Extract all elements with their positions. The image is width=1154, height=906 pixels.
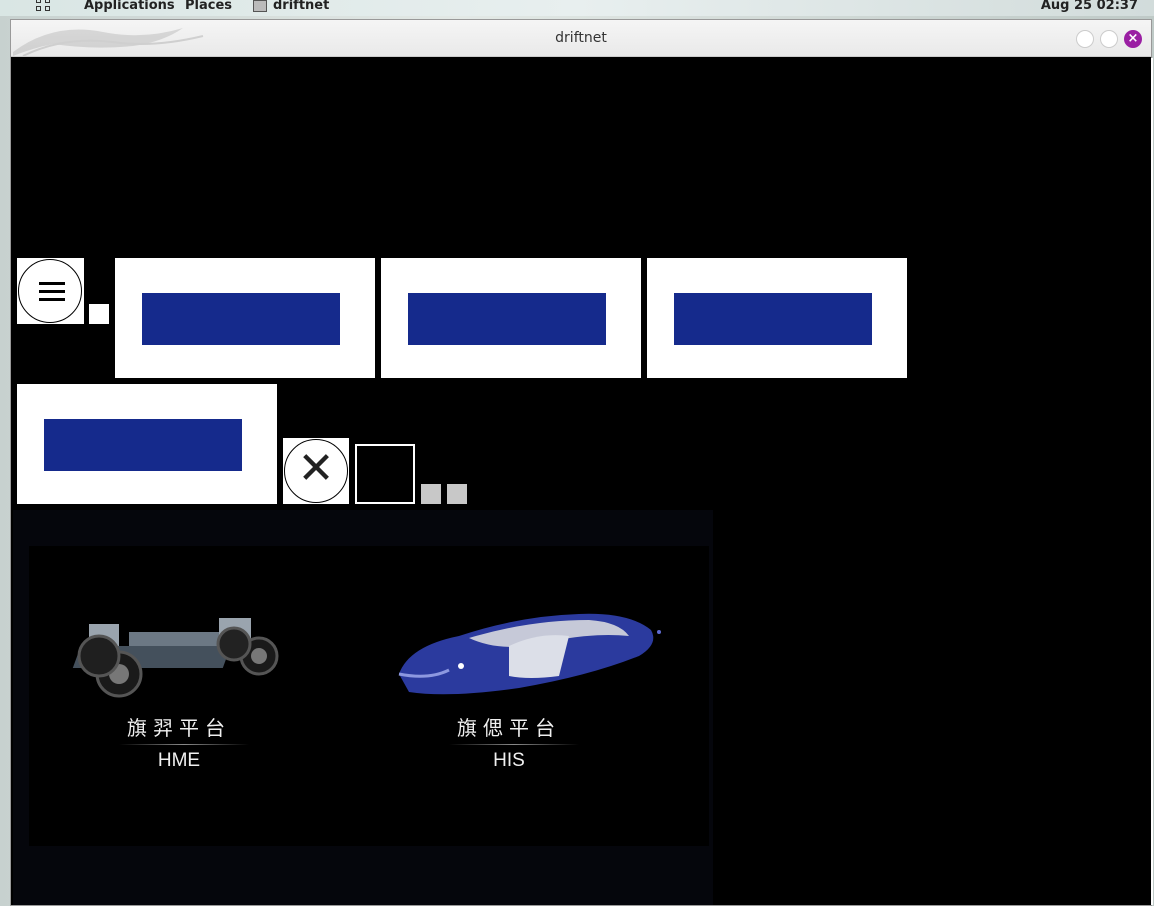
platform-divider <box>119 744 249 745</box>
small-gray-image-2 <box>447 484 467 504</box>
car-chassis-image <box>72 618 279 698</box>
platform-hme[interactable]: 旗羿平台 HME <box>29 546 359 846</box>
driftnet-canvas: ✕ 旗羿平台 HME 旗偲平台 HIS <box>11 58 1153 905</box>
platform-panel: 旗羿平台 HME 旗偲平台 HIS <box>29 546 709 846</box>
window-icon <box>253 0 267 12</box>
clock[interactable]: Aug 25 02:37 <box>1041 0 1138 14</box>
nav-card-blue-bar <box>142 293 340 345</box>
black-image-box <box>355 444 415 504</box>
platform-name: 旗羿平台 <box>127 716 231 740</box>
hamburger-icon <box>39 282 65 302</box>
minimize-button[interactable] <box>1076 30 1094 48</box>
window-title: driftnet <box>555 30 607 46</box>
platform-divider <box>449 744 579 745</box>
places-menu[interactable]: Places <box>185 0 232 14</box>
concept-car-image <box>398 613 661 695</box>
nav-card-blue-bar <box>44 419 242 471</box>
nav-card-blue-bar <box>408 293 606 345</box>
nav-card-1[interactable] <box>115 258 375 378</box>
platform-name: 旗偲平台 <box>457 716 561 740</box>
driftnet-window: driftnet × ✕ 旗羿平台 HME 旗偲平台 HIS <box>10 19 1153 906</box>
menu-button[interactable] <box>17 258 84 324</box>
nav-card-2[interactable] <box>381 258 641 378</box>
maximize-button[interactable] <box>1100 30 1118 48</box>
window-titlebar[interactable]: driftnet × <box>11 20 1151 57</box>
platform-his[interactable]: 旗偲平台 HIS <box>359 546 689 846</box>
platform-section: 旗羿平台 HME 旗偲平台 HIS <box>13 510 713 905</box>
small-white-image <box>89 304 109 324</box>
applications-menu[interactable]: Applications <box>84 0 175 14</box>
platform-code: HME <box>157 750 201 771</box>
nav-card-3[interactable] <box>647 258 907 378</box>
active-window-label[interactable]: driftnet <box>273 0 329 14</box>
close-window-button[interactable]: × <box>1124 30 1142 48</box>
applications-grid-icon[interactable] <box>36 0 52 12</box>
close-button[interactable]: ✕ <box>283 438 349 504</box>
nav-card-blue-bar <box>674 293 872 345</box>
platform-code: HIS <box>493 750 525 771</box>
close-x-icon: ✕ <box>284 439 348 503</box>
menu-circle <box>18 259 82 323</box>
window-right-edge <box>1151 58 1153 905</box>
top-panel: Applications Places driftnet Aug 25 02:3… <box>0 0 1154 16</box>
nav-card-4[interactable] <box>17 384 277 504</box>
small-gray-image-1 <box>421 484 441 504</box>
